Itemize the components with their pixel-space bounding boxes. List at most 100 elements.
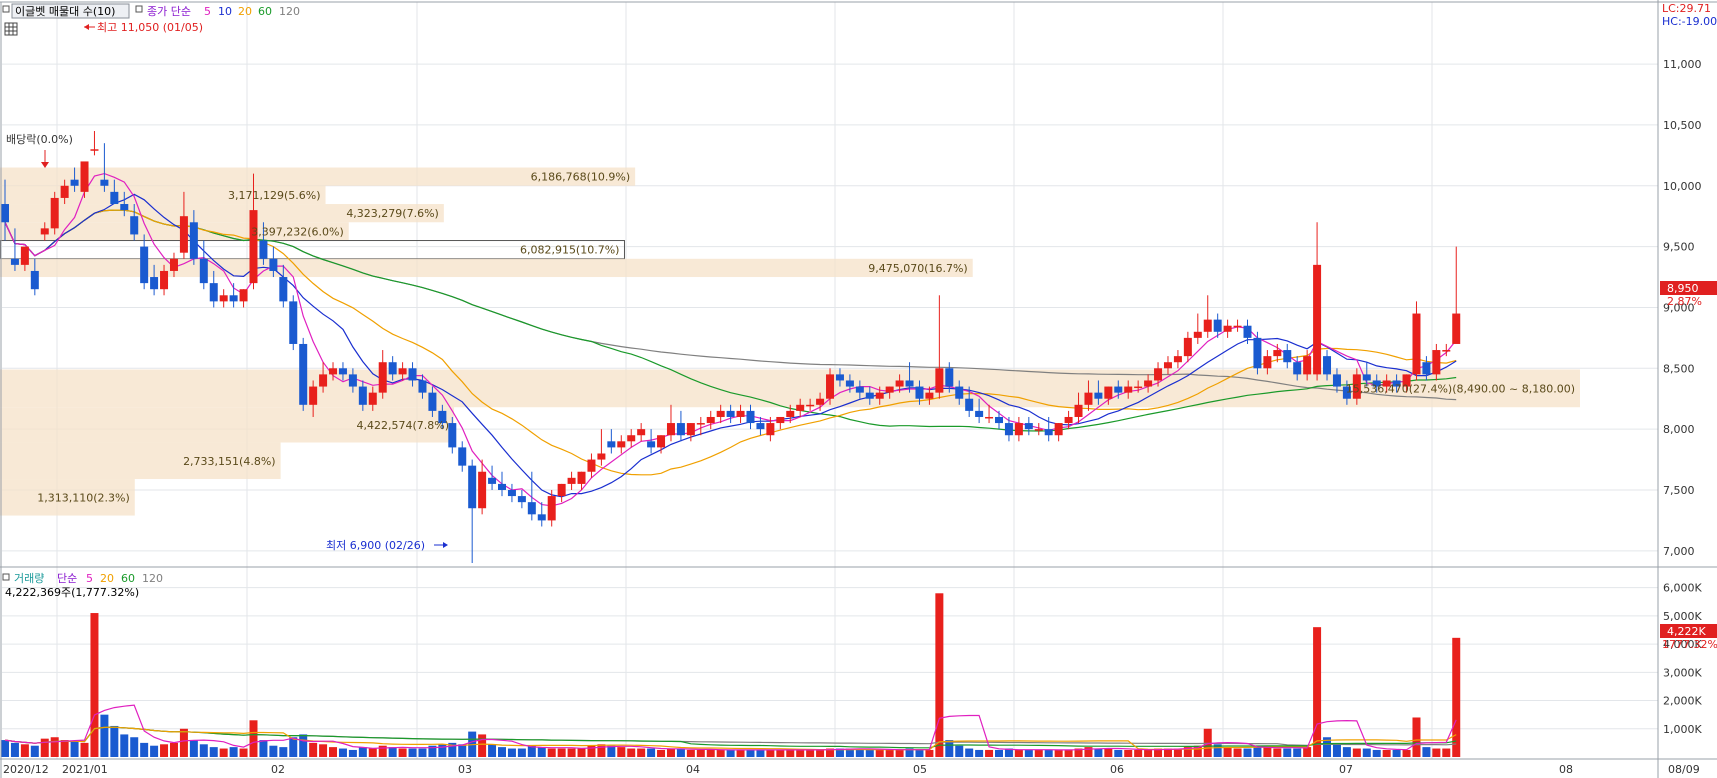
candle-body [468, 465, 477, 509]
volume-bar [935, 593, 944, 757]
candle-body [826, 374, 835, 399]
candle-body [1054, 423, 1063, 436]
candle-body [1243, 325, 1252, 338]
volume-bar [199, 744, 208, 757]
volume-bar [657, 749, 666, 757]
volume-ma-20[interactable]: 20 [100, 572, 114, 585]
candle-body [766, 423, 775, 436]
candle-body [1144, 380, 1153, 387]
volume-bar [140, 742, 149, 757]
volume-bar [1432, 748, 1441, 757]
candle-body [1432, 350, 1441, 375]
volume-profile-label: 15,536,470(27.4%)(8,490.00 ~ 8,180.00) [1346, 382, 1575, 395]
candle-body [1263, 356, 1272, 369]
candle-body [557, 483, 566, 497]
volume-bar [1402, 749, 1411, 757]
volume-bar [1054, 749, 1063, 757]
volume-ma-120[interactable]: 120 [142, 572, 163, 585]
price-tick-label: 10,000 [1663, 180, 1702, 193]
candle-body [955, 386, 964, 399]
volume-bar [985, 749, 994, 757]
candle-body [587, 459, 596, 472]
candle-body [1, 204, 9, 223]
candle-body [905, 380, 914, 387]
volume-bar [309, 742, 318, 757]
volume-bar [169, 742, 178, 757]
volume-bar [746, 749, 755, 757]
volume-readout: 4,222,369주(1,777.32%) [5, 586, 139, 599]
candle-body [835, 374, 844, 381]
volume-ma-60[interactable]: 60 [121, 572, 135, 585]
candle-body [169, 258, 178, 271]
candle-body [179, 216, 188, 253]
candle-body [1452, 313, 1461, 344]
volume-bar [229, 747, 238, 757]
volume-bar [279, 747, 288, 757]
candle-body [90, 149, 99, 151]
hc-readout: HC:-19.00 [1662, 15, 1717, 28]
ma-period-60[interactable]: 60 [258, 5, 272, 18]
volume-bar [219, 748, 228, 757]
ma-period-5[interactable]: 5 [204, 5, 211, 18]
volume-bar [1372, 749, 1381, 757]
candle-body [368, 392, 377, 405]
candle-body [1193, 331, 1202, 338]
volume-bar [975, 749, 984, 757]
ma-period-120[interactable]: 120 [279, 5, 300, 18]
candle-body [20, 246, 29, 265]
volume-bar [269, 745, 278, 757]
volume-bar [1223, 747, 1232, 757]
volume-bar [965, 748, 974, 757]
volume-bar [289, 737, 298, 757]
volume-bar [458, 744, 467, 757]
volume-bar [110, 725, 119, 757]
ma-period-10[interactable]: 10 [218, 5, 232, 18]
candle-body [756, 423, 765, 430]
candle-body [348, 374, 357, 387]
date-tick-label: 2021/01 [62, 763, 108, 776]
candle-body [1332, 374, 1341, 387]
table-icon[interactable] [4, 22, 18, 36]
candle-body [637, 429, 646, 436]
candle-body [796, 404, 805, 411]
candle-body [1303, 356, 1312, 375]
volume-ma-5[interactable]: 5 [86, 572, 93, 585]
volume-bar [150, 745, 159, 757]
candle-body [110, 191, 119, 205]
volume-bar [1303, 747, 1312, 757]
price-tick-label: 7,500 [1663, 484, 1695, 497]
candle-body [1004, 423, 1013, 436]
candle-body [40, 228, 49, 235]
candle-body [1104, 386, 1113, 399]
candle-body [547, 496, 556, 521]
volume-bar [20, 744, 29, 757]
candle-body [130, 216, 139, 235]
candle-body [1223, 325, 1232, 332]
volume-bar [1442, 748, 1451, 757]
ma-period-20[interactable]: 20 [238, 5, 252, 18]
volume-bar [299, 734, 308, 757]
volume-bar [1114, 749, 1123, 757]
candle-body [1253, 337, 1262, 369]
candle-body [120, 204, 129, 211]
volume-bar [726, 749, 735, 757]
candle-body [1293, 362, 1302, 375]
volume-bar [865, 749, 874, 757]
price-tick-label: 8,000 [1663, 423, 1695, 436]
candle-body [627, 435, 636, 442]
volume-tick-label: 3,000K [1663, 666, 1702, 679]
volume-profile-label: 4,422,574(7.8%) [357, 419, 450, 432]
candle-body [1183, 337, 1192, 357]
stock-chart[interactable]: 6,186,768(10.9%) 3,171,129(5.6%) 4,323,279… [0, 0, 1717, 778]
candle-body [776, 416, 785, 424]
candle-body [975, 410, 984, 417]
candle-body [1362, 374, 1371, 381]
candle-body [925, 392, 934, 399]
candle-body [448, 423, 457, 448]
volume-bar [239, 748, 248, 757]
candle-body [229, 295, 238, 302]
volume-bar [696, 749, 705, 757]
volume-bar [1044, 749, 1053, 757]
price-tick-label: 9,500 [1663, 241, 1695, 254]
candle-body [140, 246, 149, 284]
